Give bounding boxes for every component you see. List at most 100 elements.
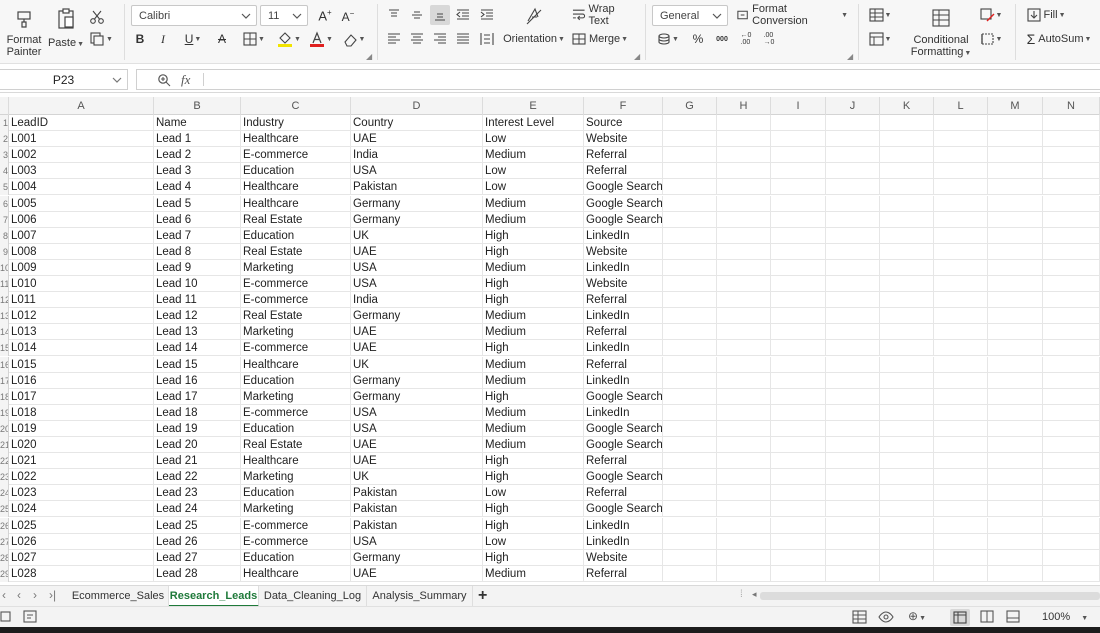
table-cell[interactable]: Medium [483, 404, 584, 421]
header-cell[interactable]: Industry [241, 115, 351, 131]
table-cell[interactable] [771, 227, 826, 244]
row-number[interactable]: 13 [0, 308, 9, 325]
table-cell[interactable] [988, 453, 1043, 470]
table-cell[interactable] [717, 259, 771, 276]
table-cell[interactable]: L021 [9, 453, 154, 470]
table-cell[interactable]: Healthcare [241, 565, 351, 582]
table-cell[interactable]: Website [584, 131, 663, 148]
align-bottom-button[interactable] [430, 5, 450, 25]
table-cell[interactable] [717, 437, 771, 453]
table-cell[interactable]: Education [241, 549, 351, 566]
merge-button[interactable]: Merge ▼ [571, 31, 629, 47]
table-cell[interactable] [988, 211, 1043, 228]
copy-button[interactable]: ▼ [88, 30, 114, 48]
table-cell[interactable] [717, 227, 771, 244]
table-cell[interactable]: LinkedIn [584, 259, 663, 276]
table-cell[interactable] [1043, 372, 1100, 389]
align-center-button[interactable] [409, 31, 425, 47]
table-cell[interactable]: L025 [9, 517, 154, 534]
table-cell[interactable]: Lead 23 [154, 485, 241, 502]
table-cell[interactable] [934, 533, 988, 550]
table-cell[interactable]: L009 [9, 259, 154, 276]
table-cell[interactable] [663, 517, 717, 534]
table-cell[interactable]: L012 [9, 308, 154, 325]
table-cell[interactable]: Low [483, 533, 584, 550]
strikethrough-button[interactable]: A [214, 31, 230, 47]
number-format-select[interactable]: General [652, 5, 728, 26]
font-group-launcher-icon[interactable]: ◢ [366, 52, 372, 61]
table-cell[interactable] [663, 147, 717, 164]
bold-button[interactable]: B [132, 31, 148, 47]
table-cell[interactable] [717, 147, 771, 164]
table-cell[interactable] [826, 324, 880, 341]
table-cell[interactable] [717, 211, 771, 228]
table-cell[interactable]: Lead 25 [154, 517, 241, 534]
table-cell[interactable]: L018 [9, 404, 154, 421]
table-cell[interactable]: Education [241, 420, 351, 437]
table-cell[interactable] [826, 372, 880, 389]
table-cell[interactable] [771, 131, 826, 148]
table-cell[interactable]: USA [351, 420, 483, 437]
sheet-tab[interactable]: Data_Cleaning_Log [259, 586, 367, 607]
column-header-j[interactable]: J [826, 97, 880, 115]
table-cell[interactable] [771, 163, 826, 180]
table-cell[interactable] [717, 517, 771, 534]
table-cell[interactable] [988, 517, 1043, 534]
table-cell[interactable] [988, 404, 1043, 421]
table-cell[interactable] [1043, 388, 1100, 405]
increase-indent-button[interactable] [479, 7, 495, 23]
table-cell[interactable]: Lead 7 [154, 227, 241, 244]
table-cell[interactable]: Referral [584, 147, 663, 164]
table-cell[interactable] [880, 549, 934, 566]
table-cell[interactable] [663, 404, 717, 421]
column-header-n[interactable]: N [1043, 97, 1100, 115]
table-cell[interactable] [826, 485, 880, 502]
table-cell[interactable] [1043, 227, 1100, 244]
table-cell[interactable] [771, 243, 826, 260]
table-cell[interactable]: Lead 18 [154, 404, 241, 421]
table-view-icon[interactable] [852, 610, 867, 624]
table-cell[interactable] [1043, 404, 1100, 421]
table-cell[interactable] [826, 420, 880, 437]
table-cell[interactable]: L006 [9, 211, 154, 228]
underline-button[interactable]: U ▼ [180, 31, 206, 47]
table-cell[interactable] [771, 501, 826, 518]
conditional-formatting-button[interactable]: Conditional Formatting▼ [908, 6, 974, 60]
table-cell[interactable] [826, 533, 880, 550]
table-cell[interactable] [826, 340, 880, 357]
row-number[interactable]: 5 [0, 179, 9, 196]
table-cell[interactable]: E-commerce [241, 517, 351, 534]
justify-button[interactable] [455, 31, 471, 47]
table-cell[interactable] [826, 501, 880, 518]
table-cell[interactable] [717, 308, 771, 325]
table-cell[interactable]: Referral [584, 565, 663, 582]
header-cell[interactable] [663, 115, 717, 131]
table-cell[interactable]: LinkedIn [584, 404, 663, 421]
header-cell[interactable] [826, 115, 880, 131]
table-cell[interactable]: Marketing [241, 469, 351, 486]
table-cell[interactable] [988, 243, 1043, 260]
table-cell[interactable] [934, 195, 988, 212]
table-cell[interactable] [771, 533, 826, 550]
increase-font-button[interactable]: A+ [316, 7, 334, 25]
align-top-button[interactable] [386, 7, 402, 23]
table-cell[interactable] [826, 179, 880, 196]
table-cell[interactable] [826, 243, 880, 260]
table-cell[interactable]: UAE [351, 565, 483, 582]
table-cell[interactable] [934, 211, 988, 228]
table-cell[interactable] [988, 340, 1043, 357]
row-number[interactable]: 29 [0, 565, 9, 582]
table-cell[interactable]: High [483, 388, 584, 405]
table-cell[interactable] [663, 211, 717, 228]
table-cell[interactable] [934, 501, 988, 518]
row-number[interactable]: 20 [0, 420, 9, 437]
table-cell[interactable] [988, 227, 1043, 244]
header-cell[interactable] [934, 115, 988, 131]
zoom-level[interactable]: 100% ▼ [1042, 611, 1088, 623]
table-cell[interactable]: Lead 8 [154, 243, 241, 260]
table-cell[interactable]: Pakistan [351, 485, 483, 502]
table-cell[interactable] [934, 324, 988, 341]
table-cell[interactable]: E-commerce [241, 404, 351, 421]
table-cell[interactable] [880, 211, 934, 228]
table-cell[interactable]: L011 [9, 292, 154, 309]
